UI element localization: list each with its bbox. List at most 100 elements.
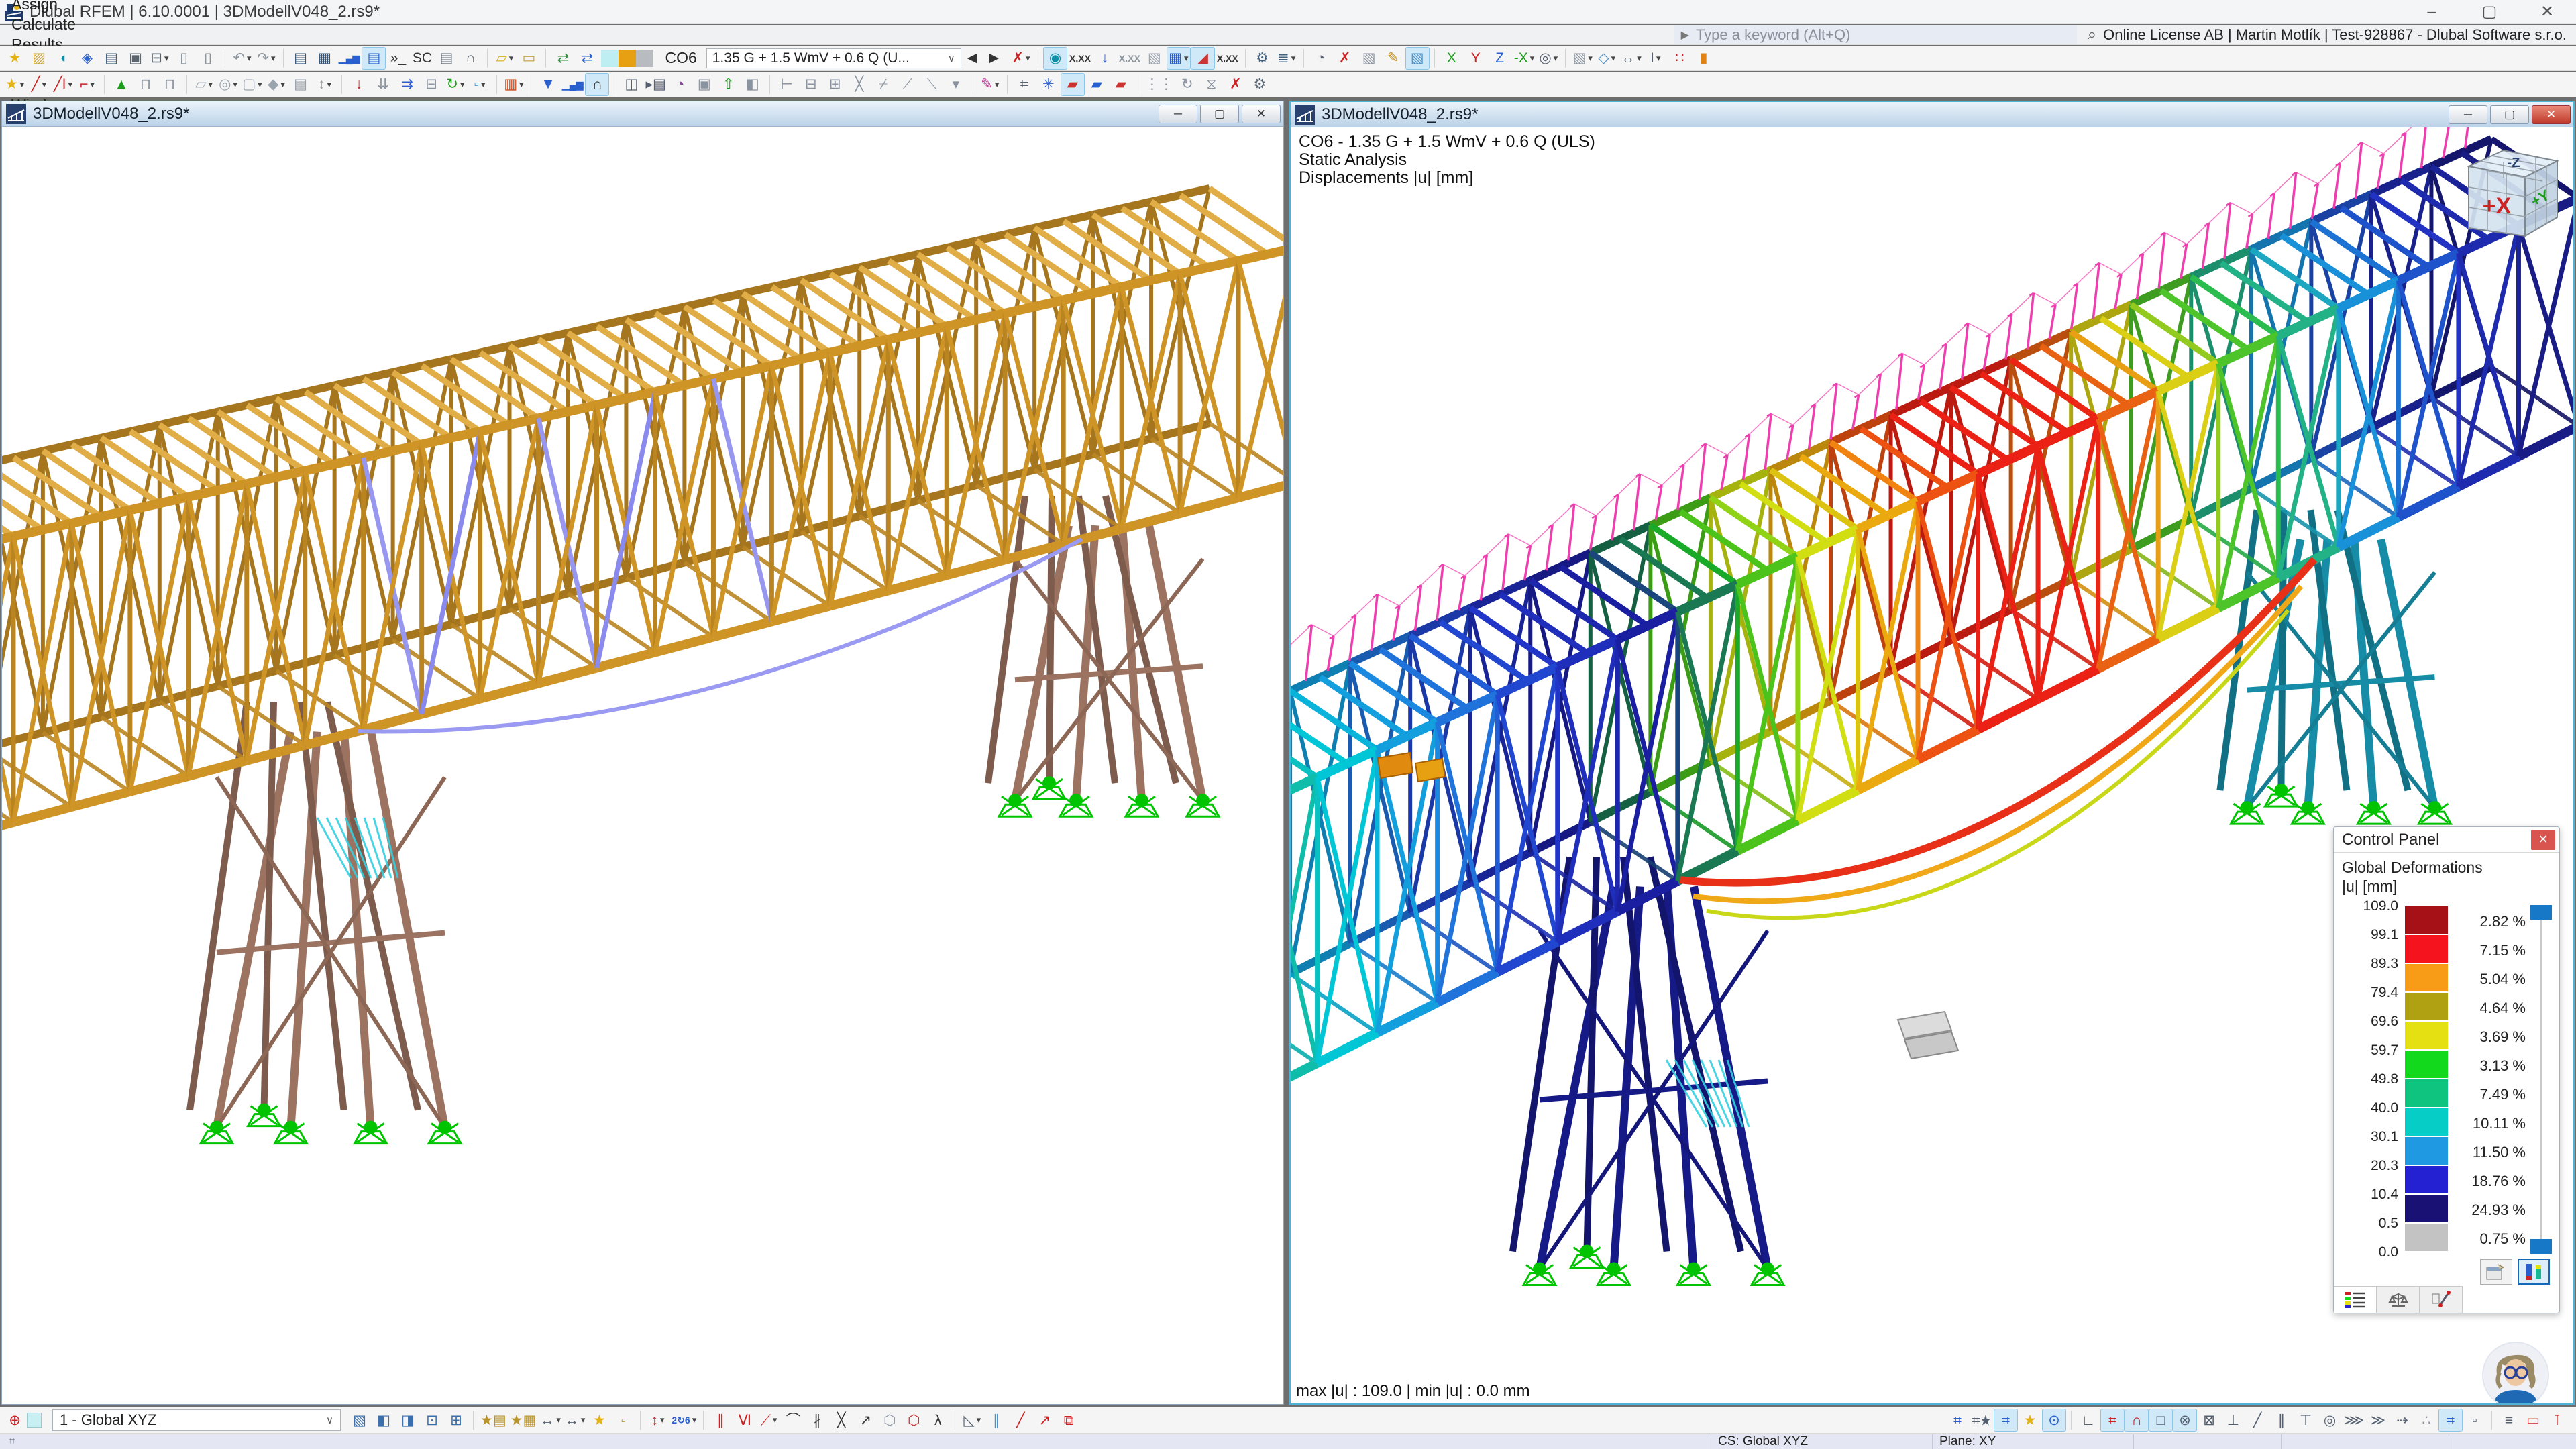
extend-member-button[interactable]: ⟋ (896, 73, 920, 96)
panel-options-button[interactable] (2480, 1259, 2512, 1285)
new-surface-button[interactable]: ▱▾ (192, 73, 216, 96)
search-input[interactable]: ▶ Type a keyword (Alt+Q) (1674, 25, 2077, 44)
grid-snap-button[interactable]: ⌗ (2100, 1409, 2125, 1432)
full-view-button[interactable]: ⊞ (444, 1409, 468, 1432)
new-support-button[interactable]: ▲ (109, 73, 133, 96)
renumber-tool-button[interactable]: ▭ (517, 47, 541, 70)
scale-slider-handle-bottom[interactable] (2530, 1239, 2552, 1254)
round-corner-button[interactable]: ⟍ (920, 73, 944, 96)
next-load-case-button[interactable]: ▶ (983, 50, 1005, 66)
new-layer-button[interactable]: ★▤ (478, 1409, 508, 1432)
result-diagram-button[interactable]: ◢ (1191, 47, 1215, 70)
tangent-snap-button[interactable]: ⊤ (2294, 1409, 2318, 1432)
snap-2-button[interactable]: ≫ (2366, 1409, 2390, 1432)
view-y-button[interactable]: Y (1464, 47, 1488, 70)
snap-3-button[interactable]: ⋙ (2342, 1409, 2366, 1432)
diagram-panel-button[interactable]: ▁▄▆ (337, 47, 362, 70)
new-polyline-button[interactable]: ⌐▾ (75, 73, 99, 96)
dimension-x-button[interactable]: ↔▾ (538, 1409, 563, 1432)
left-restore-button[interactable]: ▢ (1200, 105, 1239, 123)
section-view-button[interactable]: ◔ (668, 73, 692, 96)
recent-files-button[interactable]: ◖ (51, 47, 75, 70)
parallel-members-button[interactable]: ∥ (708, 1409, 733, 1432)
design-check-button[interactable]: ≣▾ (1275, 47, 1299, 70)
plot-colors-button[interactable]: ▥▾ (502, 73, 526, 96)
table-manager-button[interactable]: ▤ (99, 47, 123, 70)
load-combination-select[interactable]: 1.35 G + 1.5 WmV + 0.6 Q (U... ∨ (706, 48, 961, 68)
print-button[interactable]: ⊟▾ (148, 47, 172, 70)
view-minus-x-button[interactable]: -X▾ (1512, 47, 1537, 70)
new-guideline-button[interactable]: ★ (587, 1409, 611, 1432)
left-viewport-canvas[interactable] (2, 127, 1283, 1404)
arc-line-button[interactable]: ⌒ (781, 1409, 805, 1432)
arrow-segment-button[interactable]: ↗ (1032, 1409, 1057, 1432)
visibility-plane-button[interactable]: ◇▾ (1595, 47, 1619, 70)
clear-results-button[interactable]: ✗ (1333, 47, 1357, 70)
new-imposed-deformation-button[interactable]: ▤ (288, 73, 313, 96)
box-zoom-button[interactable]: ⊡ (420, 1409, 444, 1432)
transfer-objects-button[interactable]: ⇄ (575, 47, 599, 70)
tables-panel-button[interactable]: ▦ (313, 47, 337, 70)
printout-report-button[interactable]: ▯ (196, 47, 220, 70)
new-model-button[interactable]: ★ (3, 47, 27, 70)
color-scale-options-button[interactable] (2518, 1259, 2550, 1285)
merge-members-button[interactable]: ⊞ (823, 73, 847, 96)
layer-list-button[interactable]: ≡ (2497, 1409, 2521, 1432)
section-marker-button[interactable]: ▭ (2521, 1409, 2545, 1432)
control-panel-titlebar[interactable]: Control Panel ✕ (2334, 827, 2559, 853)
navigator-panel-button[interactable]: ▤ (288, 47, 313, 70)
minimize-button[interactable]: – (2403, 0, 2461, 24)
polygon-tool-button[interactable]: ⬡ (877, 1409, 902, 1432)
magnet-snap-button[interactable]: ∩ (2125, 1409, 2149, 1432)
line-load-button[interactable]: ⇉ (395, 73, 419, 96)
new-member-button[interactable]: ╱▾ (27, 73, 51, 96)
clip-box-button[interactable]: ◫ (619, 73, 643, 96)
measure-button[interactable]: ↕▾ (645, 1409, 669, 1432)
close-button[interactable]: ✕ (2518, 0, 2576, 24)
script-console-button[interactable]: SC (410, 47, 434, 70)
show-deformation-button[interactable]: ↓ (1093, 47, 1117, 70)
new-opening-button[interactable]: ◎▾ (216, 73, 240, 96)
surface-load-button[interactable]: ⊟ (419, 73, 443, 96)
point-cloud-snap-button[interactable]: ∴ (2414, 1409, 2438, 1432)
rotate-copy-button[interactable]: ↻ (1175, 73, 1199, 96)
surface-strips-button[interactable]: ▮ (1692, 47, 1716, 70)
snap-1-button[interactable]: ⇢ (2390, 1409, 2414, 1432)
status-mode-button[interactable]: ⌗ (0, 1434, 24, 1449)
transparency-button[interactable]: ◧ (741, 73, 765, 96)
paste-objects-button[interactable]: ▫ (611, 1409, 635, 1432)
snap-settings-button[interactable]: ⋮⋮ (1143, 73, 1175, 96)
plane-select-button[interactable]: ◺▾ (960, 1409, 984, 1432)
render-results-button[interactable]: ▧ (1142, 47, 1167, 70)
render-colors-widget[interactable] (601, 47, 653, 70)
visibility-solid-button[interactable]: ▧▾ (1570, 47, 1595, 70)
ray-line-button[interactable]: ⟋▾ (757, 1409, 781, 1432)
polyline-points-button[interactable]: ⬡ (902, 1409, 926, 1432)
sound-check-button[interactable]: ▣ (692, 73, 716, 96)
new-member-hinge-button[interactable]: ⊓ (158, 73, 182, 96)
coordinate-system-button[interactable]: ⊕ (3, 1409, 27, 1432)
grid-settings-button[interactable]: ⌗ (1945, 1409, 1970, 1432)
plumb-line-button[interactable]: ⊺ (2545, 1409, 2569, 1432)
right-window-titlebar[interactable]: 3DModellV048_2.rs9* ─ ▢ ✕ (1291, 102, 2573, 127)
grid-new-button[interactable]: ⌗★ (1970, 1409, 1994, 1432)
side-view-button[interactable]: ◨ (396, 1409, 420, 1432)
selection-tool-button[interactable]: ▱▾ (492, 47, 517, 70)
connect-members-button[interactable]: ⊢ (775, 73, 799, 96)
support-center-button[interactable]: ∩ (458, 47, 482, 70)
scale-slider-handle-top[interactable] (2530, 905, 2552, 920)
scale-slider-track[interactable] (2540, 908, 2542, 1251)
wind-simulation-button[interactable]: ◔ (1309, 47, 1333, 70)
numbering-order-button[interactable]: 2↻6▾ (669, 1409, 698, 1432)
result-values-button[interactable]: X.XX (1067, 47, 1093, 70)
work-plane-yz-button[interactable]: ▰ (1085, 73, 1109, 96)
undo-button[interactable]: ↶▾ (230, 47, 254, 70)
hatch-lines-button[interactable]: ∥ (984, 1409, 1008, 1432)
iso-view-button[interactable]: ▧ (347, 1409, 372, 1432)
work-plane-xy-button[interactable]: ▰ (1061, 73, 1085, 96)
new-printout-report-button[interactable]: ▯ (172, 47, 196, 70)
numbering-button[interactable]: ⌗ (1012, 73, 1036, 96)
line-segment-button[interactable]: ╱ (1008, 1409, 1032, 1432)
properties-panel-button[interactable]: ▤ (434, 47, 458, 70)
endpoint-snap-button[interactable]: □ (2149, 1409, 2173, 1432)
